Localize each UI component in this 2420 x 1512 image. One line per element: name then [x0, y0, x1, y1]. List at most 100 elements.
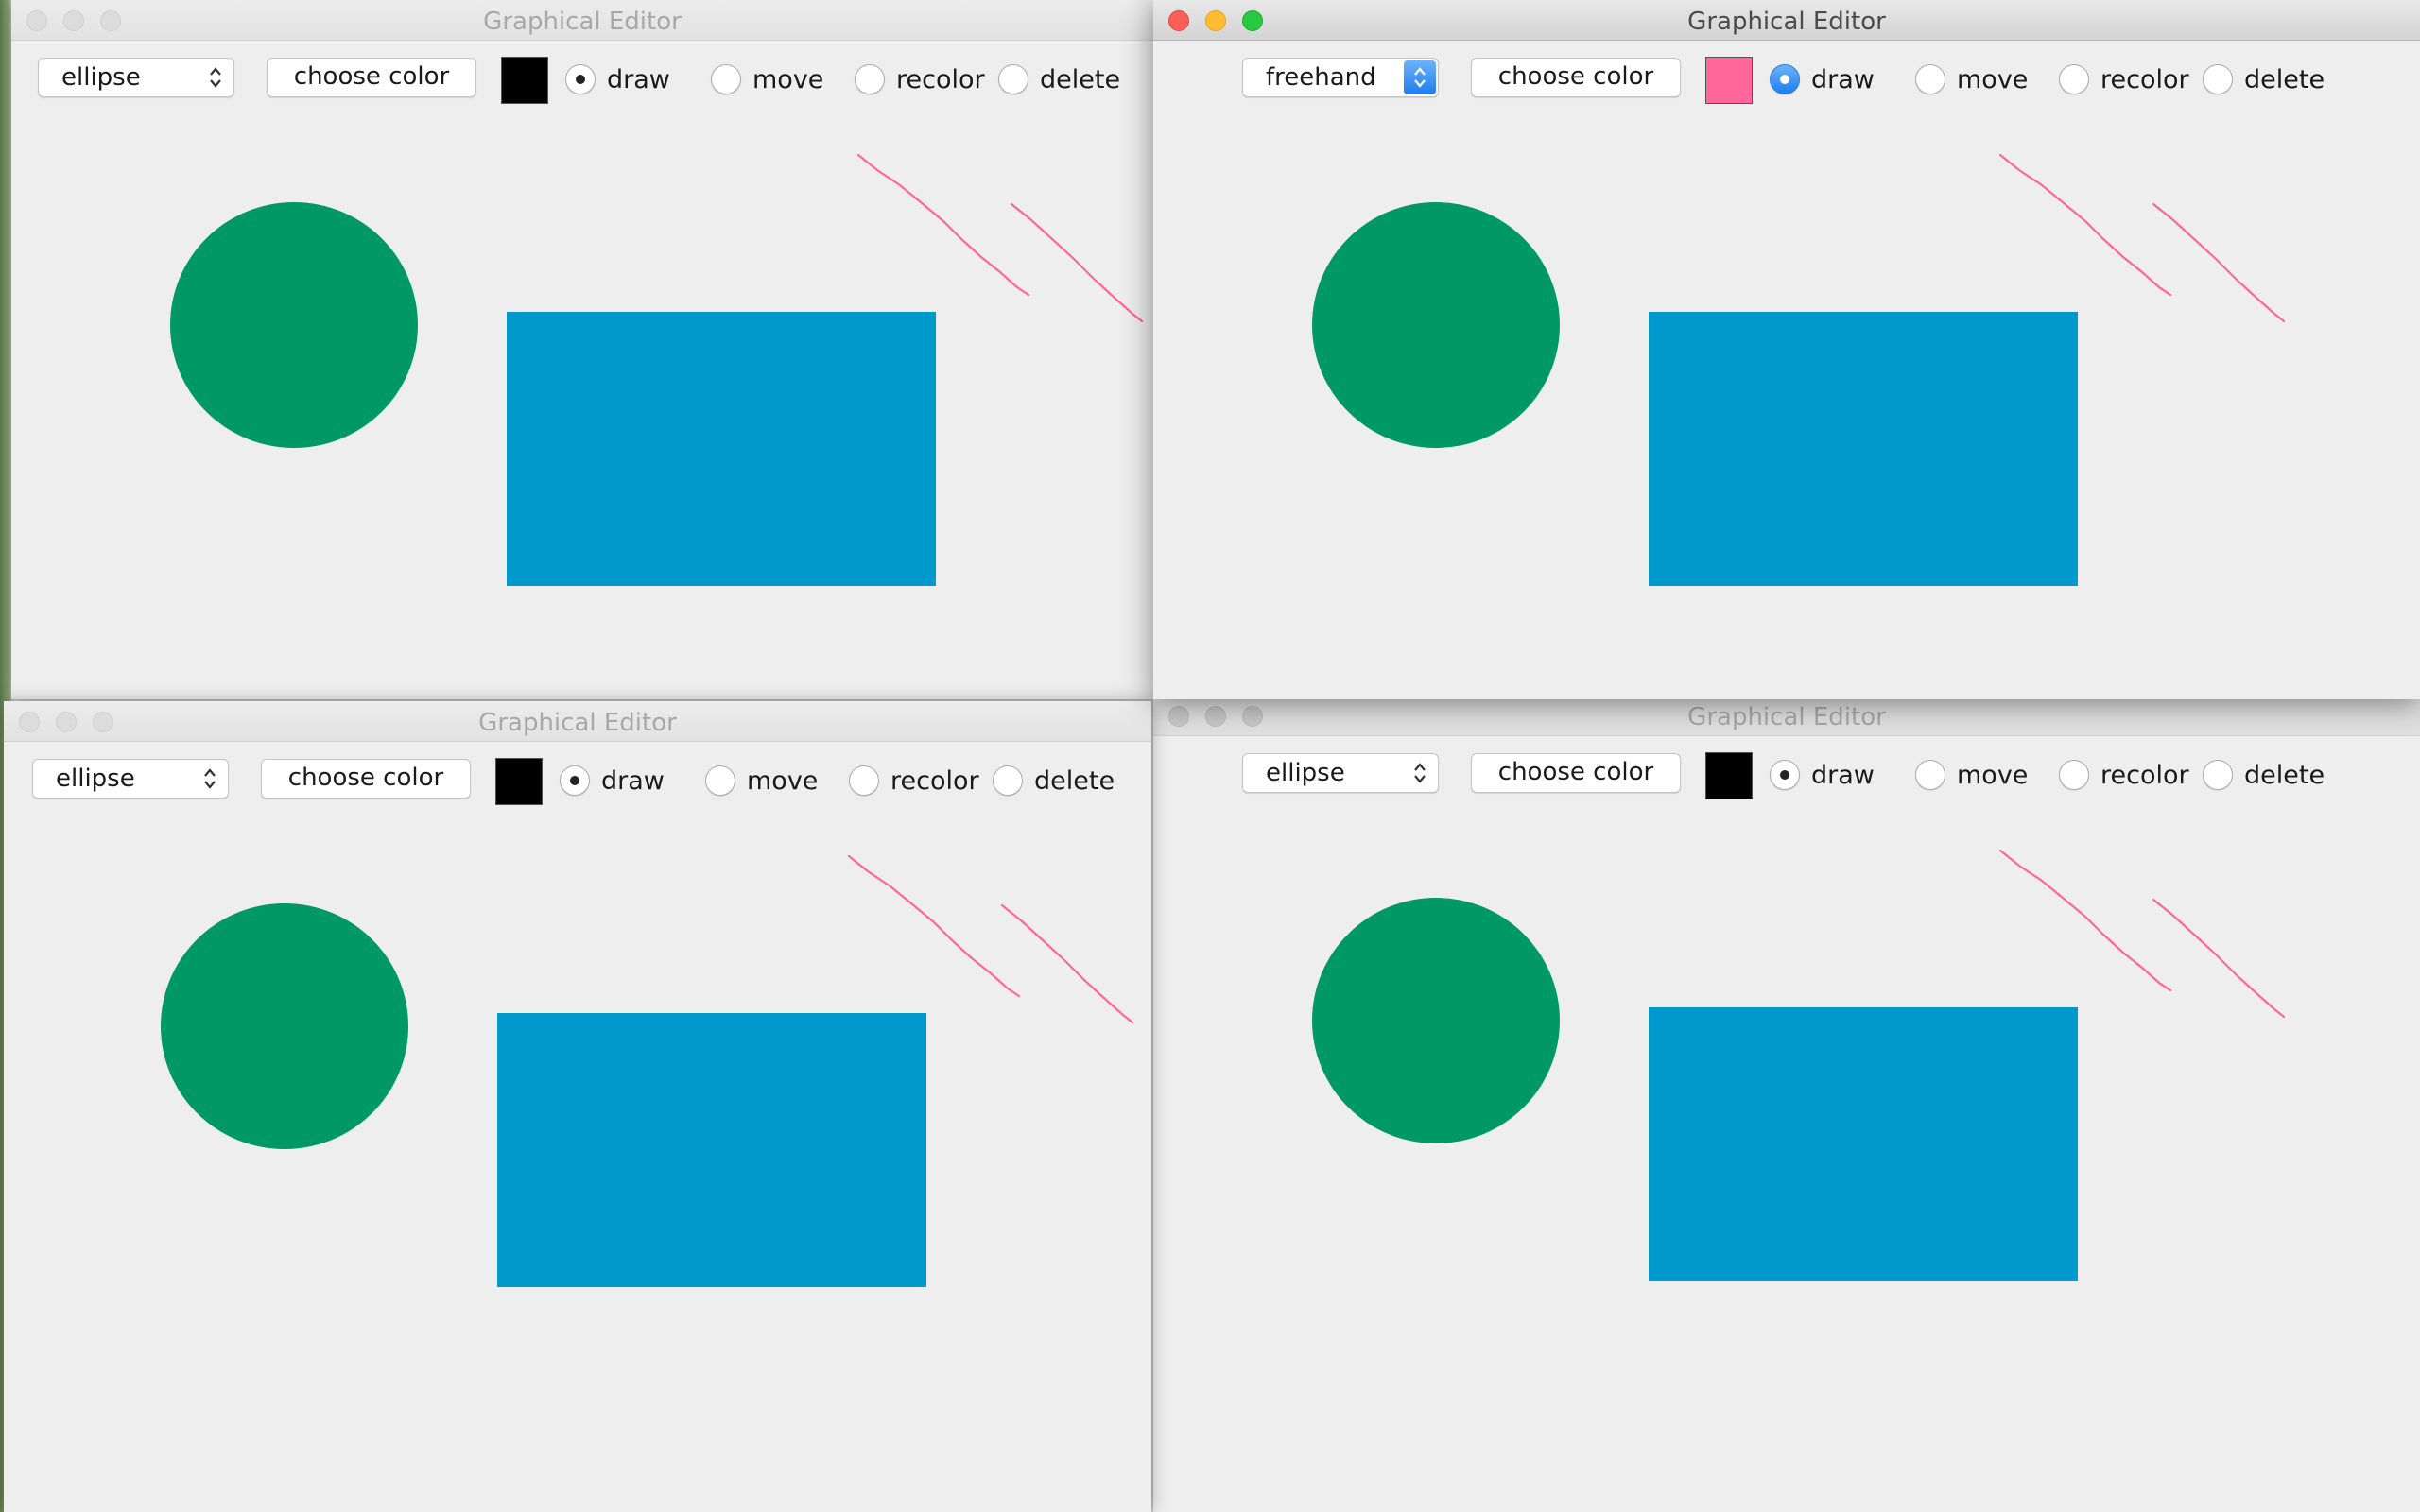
radio-label: recolor: [896, 64, 985, 94]
editor-window-2: Graphical Editor freehand choose color d…: [1153, 0, 2420, 699]
freehand-stroke[interactable]: [1998, 153, 2172, 297]
title-bar[interactable]: Graphical Editor: [1153, 696, 2420, 736]
freehand-strokes: [856, 153, 1144, 323]
radio-label: draw: [1811, 760, 1875, 790]
current-color-swatch: [495, 758, 543, 805]
shape-select-value: freehand: [1266, 63, 1376, 92]
mode-delete-radio[interactable]: delete: [998, 62, 1120, 96]
chevron-up-down-icon: [1404, 756, 1436, 790]
radio-button[interactable]: [560, 765, 590, 796]
editor-window-3: Graphical Editor ellipse choose color dr…: [4, 701, 1151, 1512]
choose-color-button[interactable]: choose color: [1471, 753, 1681, 793]
radio-label: recolor: [890, 765, 979, 796]
radio-label: move: [747, 765, 819, 796]
mode-delete-radio[interactable]: delete: [993, 764, 1115, 798]
toolbar: ellipse choose color draw move recolor d…: [1153, 735, 2420, 811]
radio-label: move: [1957, 760, 2029, 790]
choose-color-button[interactable]: choose color: [1471, 58, 1681, 97]
mode-draw-radio[interactable]: draw: [565, 62, 670, 96]
shape-select[interactable]: ellipse: [1242, 753, 1439, 793]
window-title: Graphical Editor: [483, 8, 682, 36]
toolbar: freehand choose color draw move recolor …: [1153, 40, 2420, 115]
shape-select[interactable]: ellipse: [38, 58, 234, 97]
freehand-strokes: [1998, 153, 2286, 323]
current-color-swatch: [1705, 57, 1753, 104]
mode-delete-radio[interactable]: delete: [2203, 62, 2325, 96]
freehand-strokes: [1998, 849, 2286, 1019]
drawing-canvas[interactable]: [1153, 811, 2420, 1512]
mode-draw-radio[interactable]: draw: [1770, 62, 1875, 96]
mode-recolor-radio[interactable]: recolor: [2059, 62, 2189, 96]
radio-button[interactable]: [2059, 64, 2089, 94]
drawing-canvas[interactable]: [4, 816, 1151, 1512]
freehand-stroke[interactable]: [1998, 849, 2172, 992]
window-title: Graphical Editor: [478, 709, 677, 737]
title-bar[interactable]: Graphical Editor: [11, 0, 1153, 41]
radio-button[interactable]: [2203, 760, 2233, 790]
radio-label: draw: [1811, 64, 1875, 94]
choose-color-button[interactable]: choose color: [261, 759, 471, 799]
freehand-stroke[interactable]: [2152, 898, 2286, 1019]
radio-button[interactable]: [705, 765, 735, 796]
mode-recolor-radio[interactable]: recolor: [2059, 758, 2189, 792]
mode-move-radio[interactable]: move: [705, 764, 818, 798]
mode-draw-radio[interactable]: draw: [560, 764, 665, 798]
radio-button[interactable]: [2203, 64, 2233, 94]
editor-window-4: Graphical Editor ellipse choose color dr…: [1153, 696, 2420, 1512]
current-color-swatch: [501, 57, 548, 104]
mode-move-radio[interactable]: move: [1915, 758, 2028, 792]
radio-button[interactable]: [565, 64, 596, 94]
chevron-up-down-icon: [1404, 60, 1436, 94]
title-bar[interactable]: Graphical Editor: [4, 701, 1151, 742]
radio-button[interactable]: [711, 64, 741, 94]
mode-move-radio[interactable]: move: [711, 62, 823, 96]
shape-select[interactable]: freehand: [1242, 58, 1439, 97]
shape-select-value: ellipse: [1266, 759, 1345, 787]
radio-label: recolor: [2100, 760, 2189, 790]
radio-label: recolor: [2100, 64, 2189, 94]
radio-label: draw: [601, 765, 665, 796]
window-title: Graphical Editor: [1687, 703, 1886, 731]
radio-label: delete: [2244, 760, 2325, 790]
radio-button[interactable]: [993, 765, 1023, 796]
toolbar: ellipse choose color draw move recolor d…: [11, 40, 1153, 115]
radio-label: delete: [1040, 64, 1121, 94]
freehand-stroke[interactable]: [847, 854, 1021, 998]
chevron-up-down-icon: [194, 762, 226, 796]
freehand-stroke[interactable]: [856, 153, 1030, 297]
radio-label: draw: [607, 64, 670, 94]
current-color-swatch: [1705, 752, 1753, 799]
mode-delete-radio[interactable]: delete: [2203, 758, 2325, 792]
mode-recolor-radio[interactable]: recolor: [849, 764, 979, 798]
drawing-canvas[interactable]: [11, 115, 1153, 699]
radio-button[interactable]: [1915, 64, 1945, 94]
drawing-canvas[interactable]: [1153, 115, 2420, 699]
radio-label: delete: [2244, 64, 2325, 94]
radio-button[interactable]: [2059, 760, 2089, 790]
radio-label: delete: [1034, 765, 1115, 796]
radio-button[interactable]: [998, 64, 1028, 94]
freehand-stroke[interactable]: [1010, 202, 1144, 323]
editor-window-1: Graphical Editor ellipse choose color dr…: [11, 0, 1153, 699]
shape-select-value: ellipse: [61, 63, 141, 92]
shape-select-value: ellipse: [56, 765, 135, 793]
shape-select[interactable]: ellipse: [32, 759, 229, 799]
mode-draw-radio[interactable]: draw: [1770, 758, 1875, 792]
radio-button[interactable]: [849, 765, 879, 796]
radio-button[interactable]: [1915, 760, 1945, 790]
title-bar[interactable]: Graphical Editor: [1153, 0, 2420, 41]
mode-recolor-radio[interactable]: recolor: [855, 62, 985, 96]
choose-color-button[interactable]: choose color: [267, 58, 476, 97]
radio-label: move: [1957, 64, 2029, 94]
window-title: Graphical Editor: [1687, 8, 1886, 36]
radio-button[interactable]: [1770, 760, 1800, 790]
toolbar: ellipse choose color draw move recolor d…: [4, 741, 1151, 816]
radio-button[interactable]: [855, 64, 885, 94]
freehand-stroke[interactable]: [2152, 202, 2286, 323]
freehand-stroke[interactable]: [1000, 903, 1134, 1024]
mode-move-radio[interactable]: move: [1915, 62, 2028, 96]
radio-button[interactable]: [1770, 64, 1800, 94]
freehand-strokes: [847, 854, 1134, 1024]
radio-label: move: [752, 64, 824, 94]
chevron-up-down-icon: [199, 60, 232, 94]
